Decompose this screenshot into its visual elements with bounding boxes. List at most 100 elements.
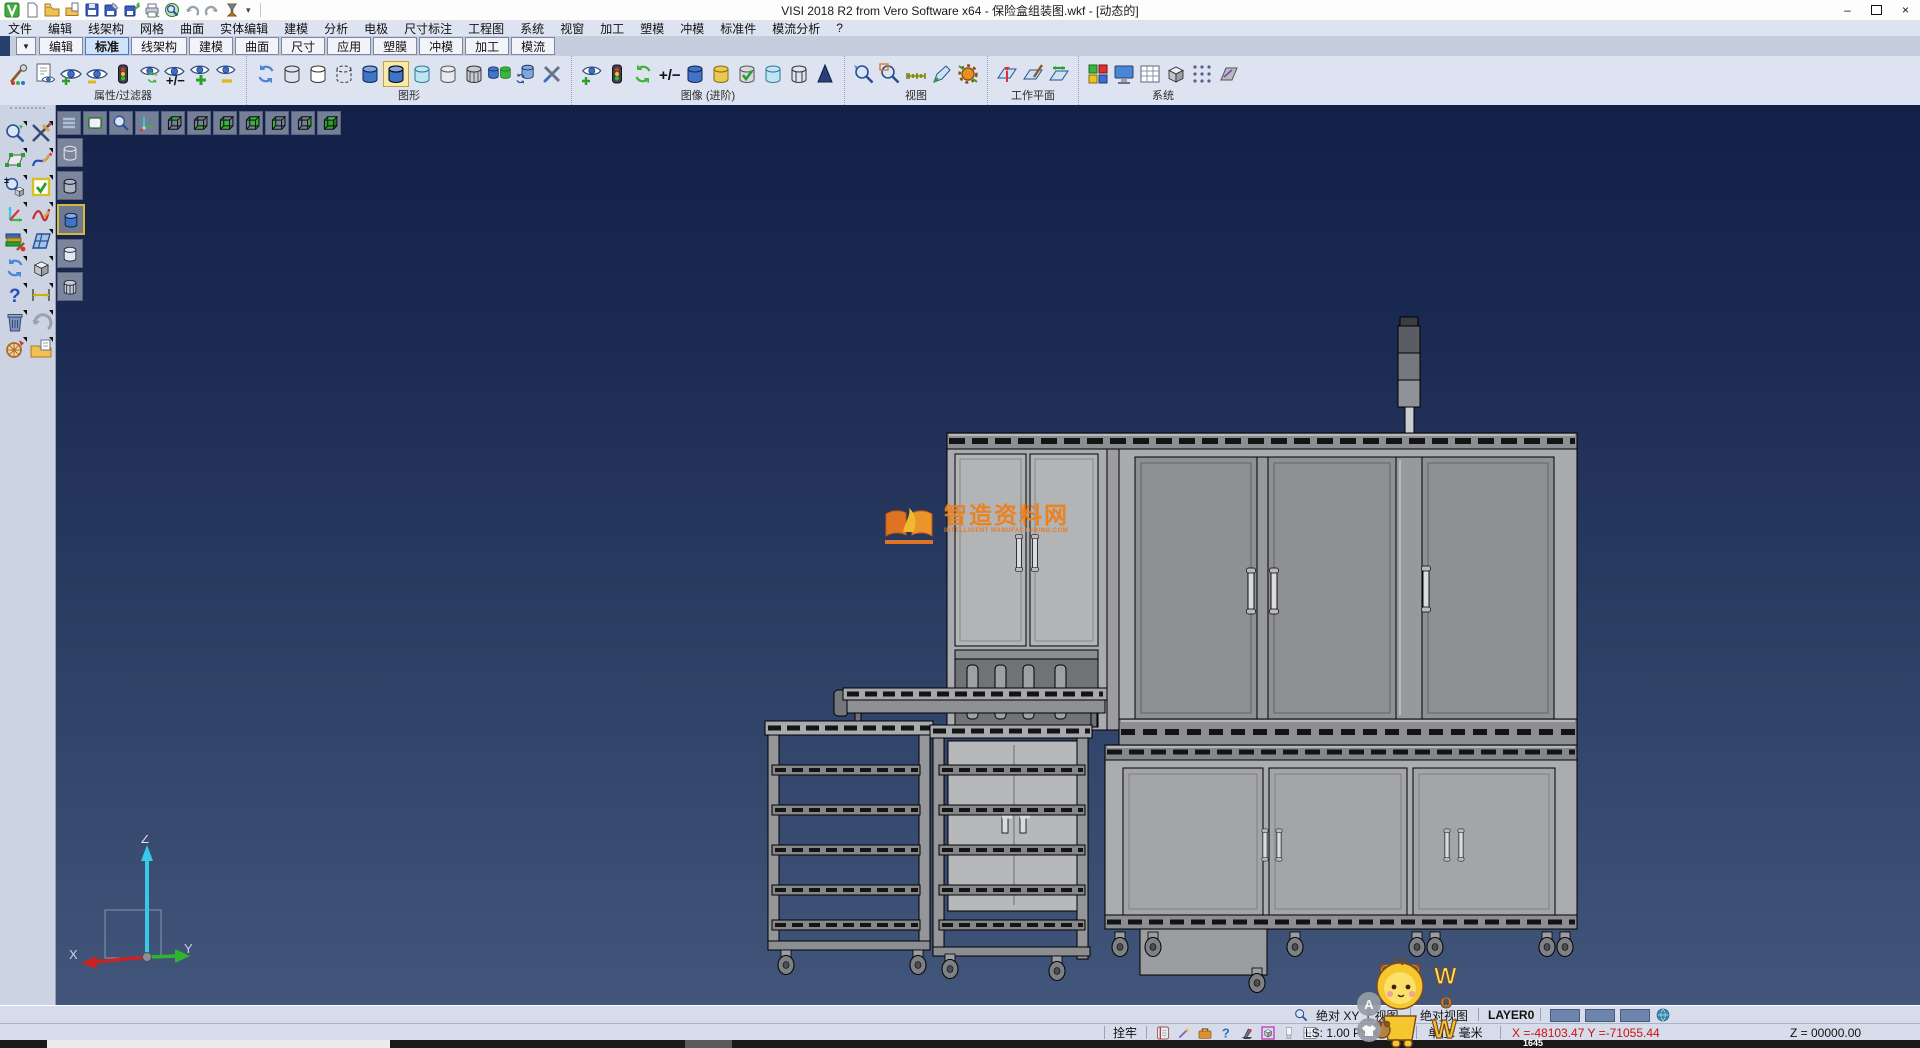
workplane-edit-icon[interactable]: [1021, 62, 1045, 86]
print-icon[interactable]: [144, 2, 160, 18]
tab-edit[interactable]: 编辑: [39, 37, 83, 55]
menu-drawing[interactable]: 工程图: [460, 20, 512, 37]
filter-hide-eye-icon[interactable]: [85, 62, 109, 86]
workplane-align-icon[interactable]: [1047, 62, 1071, 86]
view-pencil-icon[interactable]: [930, 62, 954, 86]
redraw-icon[interactable]: [254, 62, 278, 86]
machine-model[interactable]: [55, 105, 1920, 1005]
view-top-button[interactable]: [161, 111, 185, 135]
cad-sheet-icon[interactable]: [1216, 62, 1240, 86]
overlay-a-button[interactable]: A: [1357, 992, 1381, 1016]
system-cube-icon[interactable]: [1164, 62, 1188, 86]
new-file-icon[interactable]: [24, 2, 40, 18]
window-grid-icon[interactable]: [29, 229, 53, 253]
toolbox-icon[interactable]: [1197, 1025, 1213, 1041]
adv-traffic-light-icon[interactable]: [605, 62, 629, 86]
attributes-books-icon[interactable]: [3, 229, 27, 253]
view-right-button[interactable]: [291, 111, 315, 135]
measure-ruler-icon[interactable]: [904, 62, 928, 86]
filter-traffic-light-icon[interactable]: [111, 62, 135, 86]
adv-check-cylinder-icon[interactable]: [735, 62, 759, 86]
sketch-edit-icon[interactable]: [29, 148, 53, 172]
hide-all-icon[interactable]: [215, 62, 239, 86]
lock-toggle[interactable]: 拴牢: [1113, 1024, 1137, 1041]
minimize-button[interactable]: –: [1833, 0, 1862, 20]
tab-flow[interactable]: 模流: [511, 37, 555, 55]
dashed-cylinder-icon[interactable]: [332, 62, 356, 86]
table-grid-icon[interactable]: [1138, 62, 1162, 86]
delete-trash-icon[interactable]: [3, 310, 27, 334]
filter-plusminus-eye-icon[interactable]: +/−: [163, 62, 187, 86]
adv-blue-cylinder-icon[interactable]: [683, 62, 707, 86]
workplane-create-icon[interactable]: [995, 62, 1019, 86]
menu-mold[interactable]: 塑模: [632, 20, 672, 37]
menu-electrode[interactable]: 电极: [356, 20, 396, 37]
tab-die[interactable]: 冲模: [419, 37, 463, 55]
globe-icon[interactable]: [1655, 1007, 1671, 1023]
ucs-box-icon[interactable]: [1260, 1025, 1276, 1041]
menu-die[interactable]: 冲模: [672, 20, 712, 37]
compare-cylinder-icon[interactable]: [488, 62, 512, 86]
layer-indicator[interactable]: LAYER0: [1488, 1006, 1534, 1024]
view-menu-button[interactable]: [57, 111, 81, 135]
adv-wire-cylinder-icon[interactable]: [787, 62, 811, 86]
zoom-view-button[interactable]: [109, 111, 133, 135]
menu-file[interactable]: 文件: [0, 20, 40, 37]
menu-dimension[interactable]: 尺寸标注: [396, 20, 460, 37]
shade-outline-button[interactable]: [57, 171, 83, 200]
convert-icon[interactable]: [224, 2, 240, 18]
shade-soft-button[interactable]: [57, 239, 83, 268]
plane-select-icon[interactable]: [3, 148, 27, 172]
shade-solid-button[interactable]: [57, 204, 85, 235]
shade-wire-button[interactable]: [57, 272, 83, 301]
view-iso-button[interactable]: [317, 111, 341, 135]
tab-modeling[interactable]: 建模: [189, 37, 233, 55]
tab-mold[interactable]: 塑膜: [373, 37, 417, 55]
transparent-cylinder-icon[interactable]: [410, 62, 434, 86]
tab-surface[interactable]: 曲面: [235, 37, 279, 55]
hidden-line-cylinder-icon[interactable]: [306, 62, 330, 86]
hatched-cylinder-icon[interactable]: [462, 62, 486, 86]
view-back-button[interactable]: [239, 111, 263, 135]
ucs-axes-icon[interactable]: [3, 202, 27, 226]
swatch-1[interactable]: [1550, 1009, 1580, 1022]
filter-refresh-eye-icon[interactable]: [137, 62, 161, 86]
menu-mesh[interactable]: 网格: [132, 20, 172, 37]
open-doc-icon[interactable]: [29, 337, 53, 361]
menu-flow-analysis[interactable]: 模流分析: [764, 20, 828, 37]
status-search[interactable]: [1293, 1006, 1314, 1024]
log-book-icon[interactable]: [1155, 1025, 1171, 1041]
filter-show-eye-icon[interactable]: [59, 62, 83, 86]
tab-dropdown-button[interactable]: ▼: [16, 37, 36, 55]
menu-edit[interactable]: 编辑: [40, 20, 80, 37]
zoom-select-icon[interactable]: [3, 121, 27, 145]
undo-icon[interactable]: [184, 2, 200, 18]
monitor-icon[interactable]: [1112, 62, 1136, 86]
menu-analysis[interactable]: 分析: [316, 20, 356, 37]
tab-wireframe[interactable]: 线架构: [131, 37, 187, 55]
help-icon[interactable]: ?: [3, 283, 27, 307]
undo-arrow-icon[interactable]: [29, 310, 53, 334]
plow-icon[interactable]: [1239, 1025, 1255, 1041]
navigator-wheel-icon[interactable]: [3, 337, 27, 361]
tab-machining[interactable]: 加工: [465, 37, 509, 55]
view-front-button[interactable]: [213, 111, 237, 135]
save-all-icon[interactable]: [124, 2, 140, 18]
graphics-settings-icon[interactable]: [540, 62, 564, 86]
regen-icon[interactable]: [3, 256, 27, 280]
zoom-window-icon[interactable]: [878, 62, 902, 86]
show-all-icon[interactable]: [189, 62, 213, 86]
fit-view-button[interactable]: [83, 111, 107, 135]
refresh-cylinder-icon[interactable]: [514, 62, 538, 86]
adv-refresh-icon[interactable]: [631, 62, 655, 86]
insert-file-icon[interactable]: [64, 2, 80, 18]
shade-hidden-button[interactable]: [57, 138, 83, 167]
snap-grid-icon[interactable]: [1190, 62, 1214, 86]
taskbar-button-segment[interactable]: [685, 1040, 732, 1048]
wireframe-cylinder-icon[interactable]: [280, 62, 304, 86]
shaded-edges-cylinder-icon[interactable]: [384, 62, 408, 86]
color-palette-icon[interactable]: [1086, 62, 1110, 86]
tab-application[interactable]: 应用: [327, 37, 371, 55]
menu-surface[interactable]: 曲面: [172, 20, 212, 37]
swatch-3[interactable]: [1620, 1009, 1650, 1022]
